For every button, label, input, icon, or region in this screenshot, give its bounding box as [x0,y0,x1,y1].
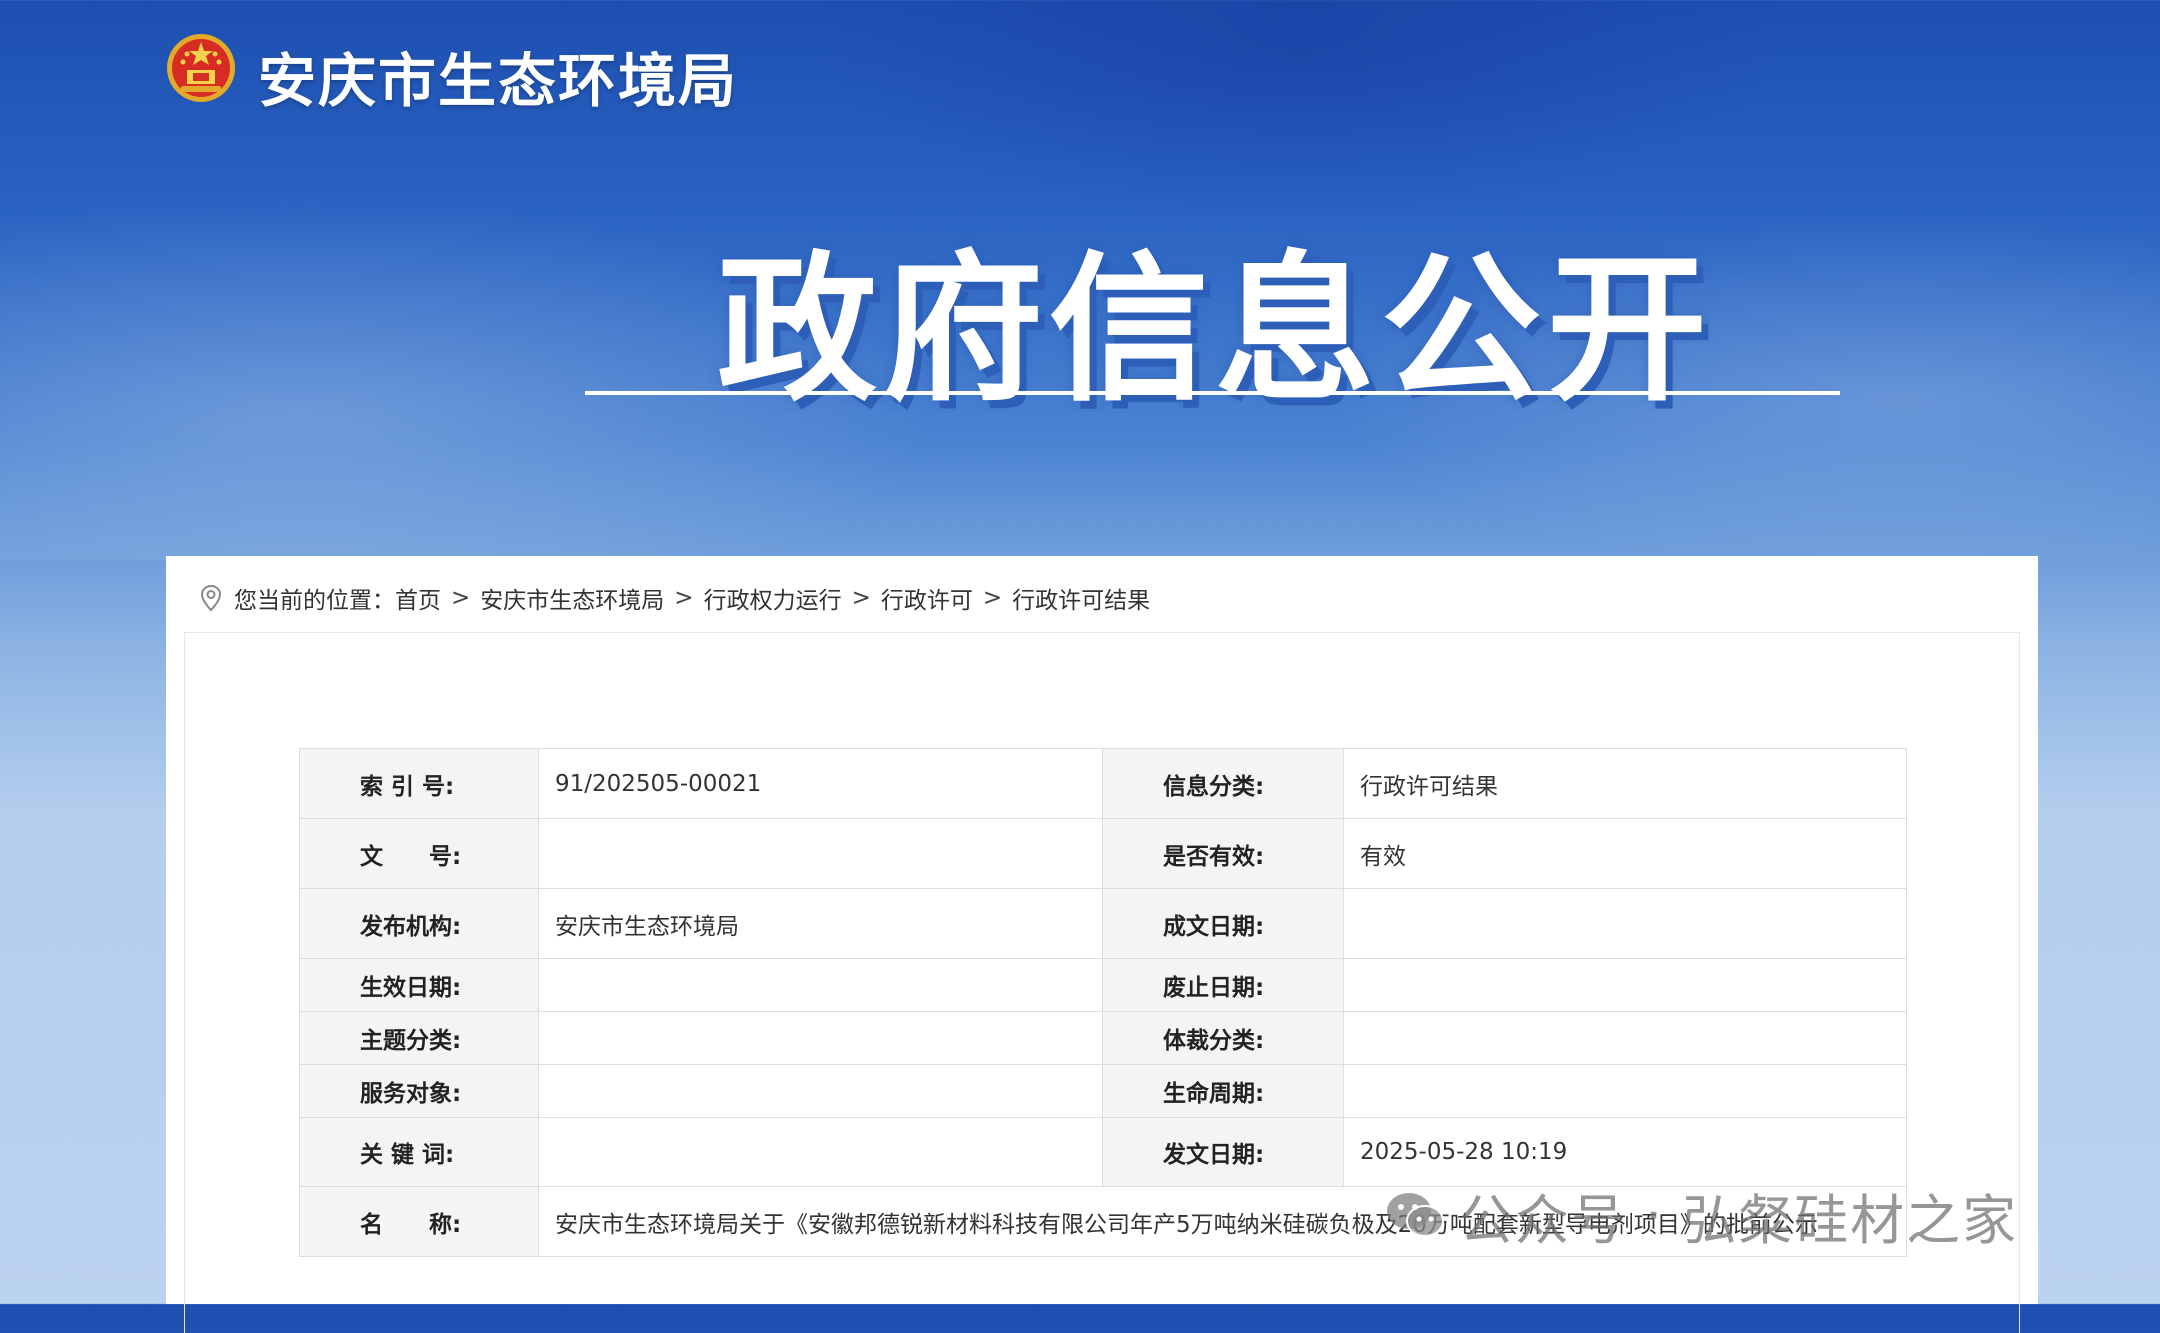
lifecycle-label: 生命周期: [1102,1064,1344,1118]
wechat-icon [1387,1193,1444,1237]
site-name[interactable]: 安庆市生态环境局 [258,34,738,118]
banner-divider [585,391,1840,395]
location-pin-icon [200,584,222,612]
breadcrumb-item-home[interactable]: 首页 [395,581,441,615]
genre-label: 体裁分类: [1102,1011,1344,1065]
validity-label: 是否有效: [1102,818,1344,889]
breadcrumb: 您当前的位置： 首页 > 安庆市生态环境局 > 行政权力运行 > 行政许可 > … [200,578,1150,618]
issue-date-label: 发文日期: [1102,1117,1344,1187]
expiry-date-label: 废止日期: [1102,958,1344,1012]
category-value: 行政许可结果 [1343,748,1907,819]
category-label: 信息分类: [1102,748,1344,819]
audience-label: 服务对象: [299,1064,539,1118]
breadcrumb-separator: > [674,585,694,611]
breadcrumb-prefix: 您当前的位置： [234,588,395,614]
audience-value [538,1064,1103,1118]
table-row: 发布机构: 安庆市生态环境局 成文日期: [299,888,1907,959]
index-no-label: 索 引 号: [299,748,539,819]
watermark: 公众号 · 弘粲硅材之家 [1385,1180,2018,1252]
national-emblem-icon[interactable] [165,32,237,104]
breadcrumb-item-admin-power[interactable]: 行政权力运行 [704,581,842,615]
doc-no-label: 文 号: [299,818,539,889]
doc-no-value [538,818,1103,889]
breadcrumb-separator: > [451,585,471,611]
index-no-value: 91/202505-00021 [538,748,1103,819]
keywords-label: 关 键 词: [299,1117,539,1187]
table-row: 索 引 号: 91/202505-00021 信息分类: 行政许可结果 [299,748,1907,819]
table-row: 文 号: 是否有效: 有效 [299,818,1907,889]
breadcrumb-item-bureau[interactable]: 安庆市生态环境局 [480,581,664,615]
topic-label: 主题分类: [299,1011,539,1065]
publisher-label: 发布机构: [299,888,539,959]
validity-value: 有效 [1343,818,1907,889]
effective-date-label: 生效日期: [299,958,539,1012]
watermark-right: 弘粲硅材之家 [1682,1188,2019,1252]
banner-title: 政府信息公开 [716,236,1713,423]
written-date-label: 成文日期: [1102,888,1344,959]
topic-value [538,1011,1103,1065]
written-date-value [1343,888,1907,959]
breadcrumb-separator: > [851,585,871,611]
name-label: 名 称: [299,1186,539,1257]
effective-date-value [538,958,1103,1012]
publisher-value: 安庆市生态环境局 [538,888,1103,959]
expiry-date-value [1343,958,1907,1012]
table-row: 生效日期: 废止日期: [299,958,1907,1012]
breadcrumb-item-license-result[interactable]: 行政许可结果 [1012,581,1150,615]
table-row: 关 键 词: 发文日期: 2025-05-28 10:19 [299,1117,1907,1187]
watermark-divider: · [1645,1183,1665,1247]
lifecycle-value [1343,1064,1907,1118]
breadcrumb-separator: > [982,585,1003,611]
table-row: 主题分类: 体裁分类: [299,1011,1907,1065]
keywords-value [538,1117,1103,1187]
breadcrumb-item-admin-license[interactable]: 行政许可 [881,581,973,615]
table-row: 服务对象: 生命周期: [299,1064,1907,1118]
watermark-left: 公众号 [1459,1188,1627,1252]
genre-value [1343,1011,1907,1065]
